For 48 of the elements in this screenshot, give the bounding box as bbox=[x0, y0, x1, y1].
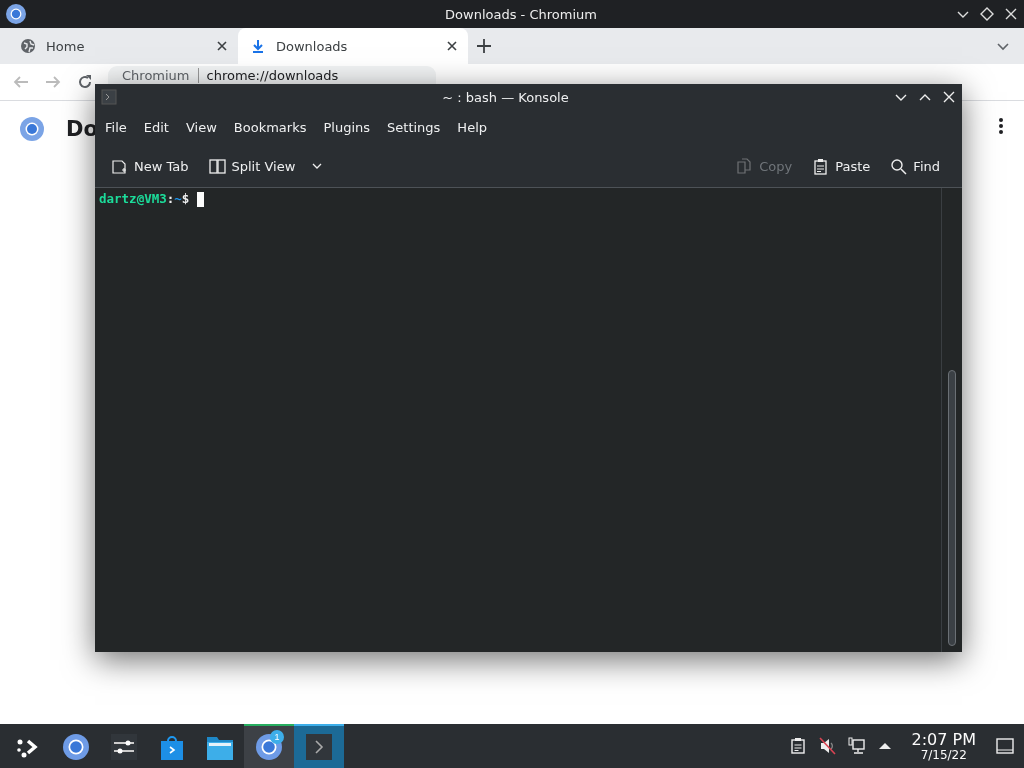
clock[interactable]: 2:07 PM 7/15/22 bbox=[911, 731, 976, 761]
text-cursor bbox=[197, 192, 205, 207]
toolbar-button[interactable]: Split View bbox=[202, 153, 330, 179]
menu-item[interactable]: File bbox=[97, 116, 135, 139]
window-title: Downloads - Chromium bbox=[444, 6, 598, 22]
menu-item[interactable]: View bbox=[177, 116, 225, 139]
menu-item[interactable]: Help bbox=[449, 116, 495, 139]
chromium-logo-icon bbox=[63, 734, 89, 760]
more-icon[interactable] bbox=[998, 117, 1004, 135]
show-desktop-icon[interactable] bbox=[996, 737, 1014, 755]
plus-icon[interactable] bbox=[476, 38, 492, 54]
terminal-icon bbox=[306, 734, 332, 760]
clipboard-icon bbox=[812, 157, 830, 175]
menu-item[interactable]: Edit bbox=[135, 116, 177, 139]
close-icon[interactable] bbox=[446, 40, 458, 52]
scrollbar-thumb[interactable] bbox=[948, 370, 956, 646]
close-icon[interactable] bbox=[216, 40, 228, 52]
speaker-muted-icon[interactable] bbox=[818, 737, 836, 755]
browser-tab[interactable]: Home bbox=[8, 28, 238, 64]
search-icon bbox=[890, 157, 908, 175]
menu-item[interactable]: Plugins bbox=[315, 116, 379, 139]
sliders-icon bbox=[111, 734, 137, 760]
menu-item[interactable]: Bookmarks bbox=[225, 116, 315, 139]
address-bar[interactable]: Chromium chrome://downloads bbox=[108, 66, 436, 84]
terminal-icon bbox=[101, 89, 117, 105]
site-label: Chromium bbox=[122, 67, 190, 83]
split-view-icon bbox=[208, 157, 226, 175]
chromium-logo-icon bbox=[20, 117, 44, 141]
menu-item[interactable]: Settings bbox=[379, 116, 449, 139]
new-tab-icon bbox=[111, 157, 128, 175]
chromium-logo-icon bbox=[6, 4, 26, 24]
copy-icon bbox=[736, 157, 754, 175]
toolbar-button[interactable]: Find bbox=[884, 153, 946, 179]
globe-icon bbox=[20, 38, 36, 54]
toolbar-button[interactable]: Paste bbox=[806, 153, 877, 179]
terminal-prompt: dartz@VM3:~$ bbox=[99, 191, 190, 206]
maximize-icon[interactable] bbox=[980, 7, 994, 21]
download-icon bbox=[250, 38, 266, 54]
window-title: ~ : bash — Konsole bbox=[442, 89, 569, 105]
notification-badge: 1 bbox=[270, 730, 284, 744]
network-icon[interactable] bbox=[847, 737, 865, 755]
url-text: chrome://downloads bbox=[197, 67, 339, 83]
folder-icon bbox=[207, 734, 233, 760]
reload-icon[interactable] bbox=[76, 73, 94, 91]
browser-tab[interactable]: Downloads bbox=[238, 28, 468, 64]
shopping-bag-icon bbox=[159, 734, 185, 760]
clipboard-icon[interactable] bbox=[789, 737, 807, 755]
toolbar-button[interactable]: New Tab bbox=[105, 153, 195, 179]
